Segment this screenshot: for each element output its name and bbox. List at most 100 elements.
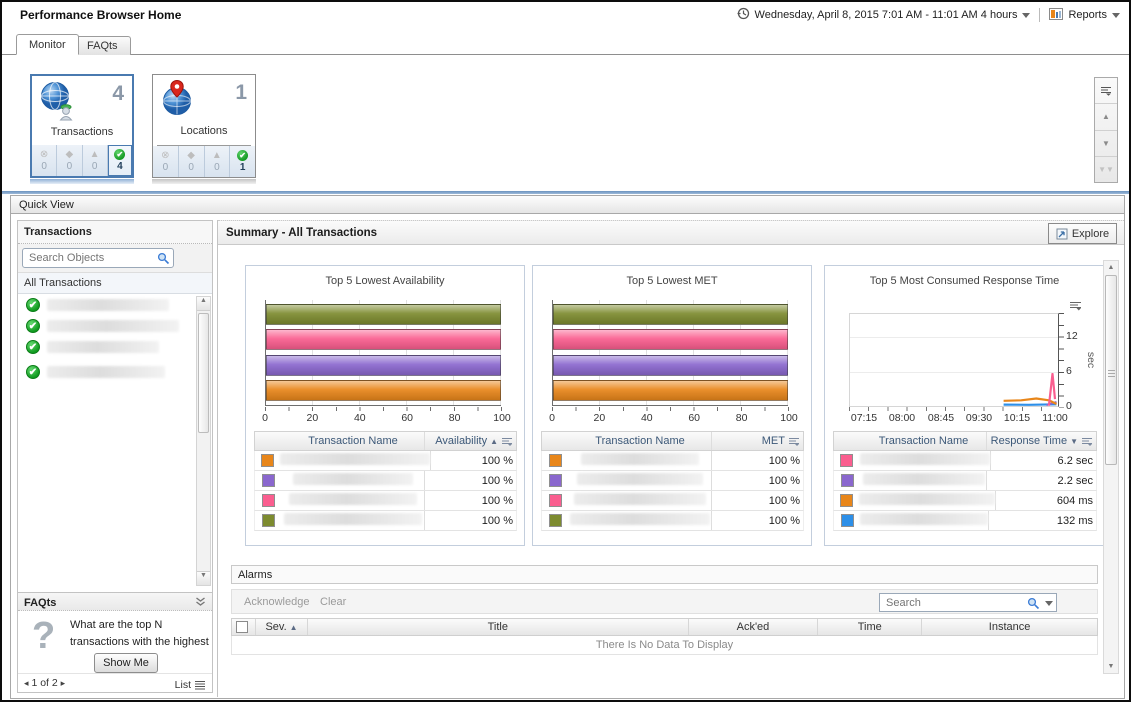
tile-list-button[interactable] xyxy=(1095,78,1117,104)
status-warning[interactable]: ▲0 xyxy=(204,146,230,177)
availability-value: 100 % xyxy=(482,455,513,467)
quick-view-body: Transactions All Transactions ✔ ✔ ✔ ✔ ▲ xyxy=(10,214,1125,699)
page-title: Performance Browser Home xyxy=(20,8,181,22)
search-input[interactable] xyxy=(27,250,151,266)
bar[interactable] xyxy=(553,380,788,401)
column-menu-icon[interactable] xyxy=(788,437,800,446)
select-all-checkbox[interactable] xyxy=(236,621,248,633)
column-transaction-name[interactable]: Transaction Name xyxy=(861,435,986,447)
list-item[interactable]: ✔ xyxy=(18,315,212,336)
list-item[interactable]: ✔ xyxy=(18,336,212,357)
search-icon[interactable] xyxy=(1027,597,1040,610)
table-row[interactable]: 100 % xyxy=(541,491,804,511)
column-availability[interactable]: Availability▲ xyxy=(424,432,516,450)
table-row[interactable]: 6.2 sec xyxy=(833,451,1097,471)
scroll-up-icon[interactable]: ▲ xyxy=(197,297,210,311)
table-row[interactable]: 100 % xyxy=(541,471,804,491)
warning-count: 0 xyxy=(92,161,98,172)
scroll-up-button[interactable]: ▲ xyxy=(1095,104,1117,130)
status-fatal[interactable]: ⊗0 xyxy=(32,145,56,176)
acknowledge-button[interactable]: Acknowledge xyxy=(244,596,309,608)
series-swatch xyxy=(549,454,562,467)
explore-button[interactable]: Explore xyxy=(1048,223,1117,244)
column-menu-icon[interactable] xyxy=(1081,437,1093,446)
y-axis-ticks xyxy=(1059,313,1064,408)
fatal-count: 0 xyxy=(163,162,169,173)
bar[interactable] xyxy=(266,355,501,376)
chart-menu-icon[interactable] xyxy=(1069,298,1082,316)
list-item[interactable]: ✔ xyxy=(18,361,212,382)
pager-prev-icon[interactable]: ◂ xyxy=(24,678,29,688)
tab-faqts[interactable]: FAQts xyxy=(74,36,131,55)
tab-monitor[interactable]: Monitor xyxy=(16,34,79,55)
column-met[interactable]: MET xyxy=(711,432,803,450)
x-tick: 09:30 xyxy=(966,412,992,424)
table-row[interactable]: 100 % xyxy=(254,471,517,491)
status-normal[interactable]: ✔1 xyxy=(229,146,255,177)
pager-next-icon[interactable]: ▸ xyxy=(61,678,66,688)
column-response-time[interactable]: Response Time▼ xyxy=(986,432,1096,450)
collapse-chevrons-icon[interactable] xyxy=(195,597,206,609)
column-title[interactable]: Title xyxy=(308,619,689,635)
bar[interactable] xyxy=(266,329,501,350)
status-fatal[interactable]: ⊗0 xyxy=(153,146,178,177)
table-row[interactable]: 100 % xyxy=(254,451,517,471)
time-range-caret-icon[interactable] xyxy=(1022,13,1030,18)
all-transactions-header[interactable]: All Transactions xyxy=(18,273,212,294)
column-instance[interactable]: Instance xyxy=(922,619,1097,635)
alarms-search-input[interactable] xyxy=(884,596,1022,609)
tile-shadow xyxy=(152,179,256,184)
bar[interactable] xyxy=(266,304,501,325)
normal-status-icon: ✔ xyxy=(26,319,40,333)
bar[interactable] xyxy=(553,304,788,325)
status-critical[interactable]: ◆0 xyxy=(56,145,81,176)
locations-count: 1 xyxy=(235,81,247,105)
table-row[interactable]: 100 % xyxy=(541,511,804,531)
page-down-button[interactable]: ▼▼ xyxy=(1095,157,1117,182)
status-normal[interactable]: ✔4 xyxy=(107,145,132,176)
series-swatch xyxy=(262,474,275,487)
bar[interactable] xyxy=(553,329,788,350)
scroll-up-icon[interactable]: ▲ xyxy=(1104,261,1118,274)
time-range-label[interactable]: Wednesday, April 8, 2015 7:01 AM - 11:01… xyxy=(755,9,1018,21)
list-item[interactable]: ✔ xyxy=(18,294,212,315)
reports-button[interactable]: Reports xyxy=(1068,9,1107,21)
column-acked[interactable]: Ack'ed xyxy=(689,619,819,635)
chart-availability-panel: Top 5 Lowest Availability 0 20 40 60 80 … xyxy=(245,265,525,546)
column-menu-icon[interactable] xyxy=(501,437,513,446)
table-row[interactable]: 100 % xyxy=(254,511,517,531)
alarms-table-header: Sev.▲ Title Ack'ed Time Instance xyxy=(231,618,1098,636)
scrollbar-thumb[interactable] xyxy=(1105,275,1117,465)
column-severity[interactable]: Sev.▲ xyxy=(256,619,308,635)
clear-button[interactable]: Clear xyxy=(320,596,346,608)
bar[interactable] xyxy=(266,380,501,401)
met-value: 100 % xyxy=(769,475,800,487)
scrollbar-thumb[interactable] xyxy=(198,313,209,433)
table-row[interactable]: 100 % xyxy=(541,451,804,471)
list-view-icon[interactable] xyxy=(194,680,206,690)
search-options-caret-icon[interactable] xyxy=(1045,601,1053,606)
sidebar-scrollbar[interactable]: ▲ ▼ xyxy=(196,296,211,586)
scroll-down-icon[interactable]: ▼ xyxy=(1104,660,1118,673)
status-critical[interactable]: ◆0 xyxy=(178,146,204,177)
tile-transactions[interactable]: 4 Transactions ⊗0 ◆0 ▲0 ✔4 xyxy=(30,74,134,178)
status-warning[interactable]: ▲0 xyxy=(82,145,107,176)
column-transaction-name[interactable]: Transaction Name xyxy=(569,435,711,447)
performance-browser-window: Performance Browser Home Wednesday, Apri… xyxy=(0,0,1131,702)
scroll-down-button[interactable]: ▼ xyxy=(1095,131,1117,157)
clock-icon xyxy=(737,7,750,23)
table-row[interactable]: 132 ms xyxy=(833,511,1097,531)
summary-scrollbar[interactable]: ▲ ▼ xyxy=(1103,260,1119,674)
list-view-label[interactable]: List xyxy=(175,679,191,691)
reports-caret-icon[interactable] xyxy=(1112,13,1120,18)
column-time[interactable]: Time xyxy=(818,619,922,635)
table-row[interactable]: 2.2 sec xyxy=(833,471,1097,491)
search-icon[interactable] xyxy=(157,252,170,265)
bar[interactable] xyxy=(553,355,788,376)
show-me-button[interactable]: Show Me xyxy=(94,653,158,673)
scroll-down-icon[interactable]: ▼ xyxy=(197,571,210,585)
column-transaction-name[interactable]: Transaction Name xyxy=(282,435,424,447)
table-row[interactable]: 604 ms xyxy=(833,491,1097,511)
tile-locations[interactable]: 1 Locations ⊗0 ◆0 ▲0 ✔1 xyxy=(152,74,256,178)
table-row[interactable]: 100 % xyxy=(254,491,517,511)
